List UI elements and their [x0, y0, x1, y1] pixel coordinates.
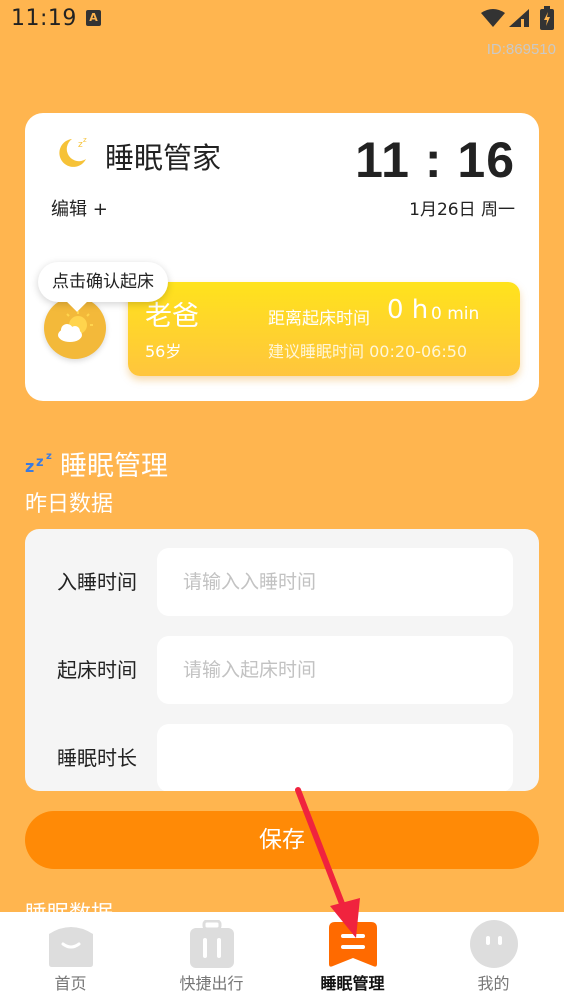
app-title: 睡眠管家	[105, 141, 222, 175]
sleep-butler-card: z z 睡眠管家 11 : 16 编辑 + 1月26日 周一 点击确认起床 老爸…	[25, 113, 539, 401]
form-row-sleep-time: 入睡时间	[25, 548, 539, 616]
sleep-data-form: 入睡时间 起床时间 睡眠时长	[25, 529, 539, 791]
zzz-icon: z z z	[25, 451, 52, 474]
section-title: 睡眠管理	[60, 451, 168, 482]
sun-cloud-icon	[58, 311, 93, 342]
sleep-menu-icon	[329, 922, 377, 967]
date-label: 1月26日 周一	[409, 200, 515, 220]
form-label: 睡眠时长	[57, 746, 137, 770]
moon-icon: z z	[59, 136, 87, 167]
home-face-icon	[49, 927, 93, 967]
person-card[interactable]: 老爸 56岁 距离起床时间 0 h 0 min 建议睡眠时间 00:20-06:…	[128, 282, 520, 376]
luggage-icon	[190, 920, 234, 968]
section-subtitle: 昨日数据	[25, 492, 114, 517]
svg-text:z: z	[36, 455, 44, 470]
svg-text:z: z	[25, 457, 34, 474]
form-label: 起床时间	[57, 658, 137, 682]
sleep-duration-input[interactable]	[157, 724, 513, 791]
person-age: 56岁	[145, 342, 182, 361]
tab-profile[interactable]: 我的	[423, 912, 564, 1002]
tab-travel[interactable]: 快捷出行	[141, 912, 282, 1002]
sleep-time-input[interactable]	[157, 548, 513, 616]
battery-icon	[540, 6, 554, 30]
status-time: 11:19	[11, 6, 77, 31]
svg-text:z: z	[83, 136, 87, 144]
edit-button[interactable]: 编辑 +	[51, 195, 108, 221]
signal-icon	[509, 9, 529, 27]
tab-home[interactable]: 首页	[0, 912, 141, 1002]
form-row-sleep-duration: 睡眠时长	[25, 724, 539, 791]
profile-face-icon	[470, 920, 518, 968]
clock: 11 : 16	[355, 132, 515, 188]
wake-countdown-hours: 0 h	[387, 295, 429, 325]
tab-label: 首页	[54, 974, 87, 993]
bottom-tab-bar: 首页 快捷出行 睡眠管理 我的	[0, 912, 564, 1002]
tab-label: 睡眠管理	[320, 974, 385, 993]
notification-a-icon: A	[86, 10, 101, 26]
tab-label: 我的	[477, 974, 510, 993]
device-id: ID:869510	[486, 41, 556, 58]
suggested-sleep-time: 建议睡眠时间 00:20-06:50	[268, 342, 468, 361]
tab-sleep-management[interactable]: 睡眠管理	[282, 912, 423, 1002]
wake-countdown-label: 距离起床时间	[268, 309, 370, 329]
wake-time-input[interactable]	[157, 636, 513, 704]
wake-countdown-minutes: 0 min	[431, 304, 480, 324]
confirm-wake-tooltip: 点击确认起床	[38, 262, 168, 302]
wifi-icon	[481, 9, 505, 27]
form-row-wake-time: 起床时间	[25, 636, 539, 704]
tab-label: 快捷出行	[179, 974, 244, 993]
save-button[interactable]: 保存	[25, 811, 539, 869]
status-bar: 11:19 A	[0, 0, 564, 38]
form-label: 入睡时间	[57, 570, 137, 594]
svg-text:z: z	[46, 451, 52, 462]
